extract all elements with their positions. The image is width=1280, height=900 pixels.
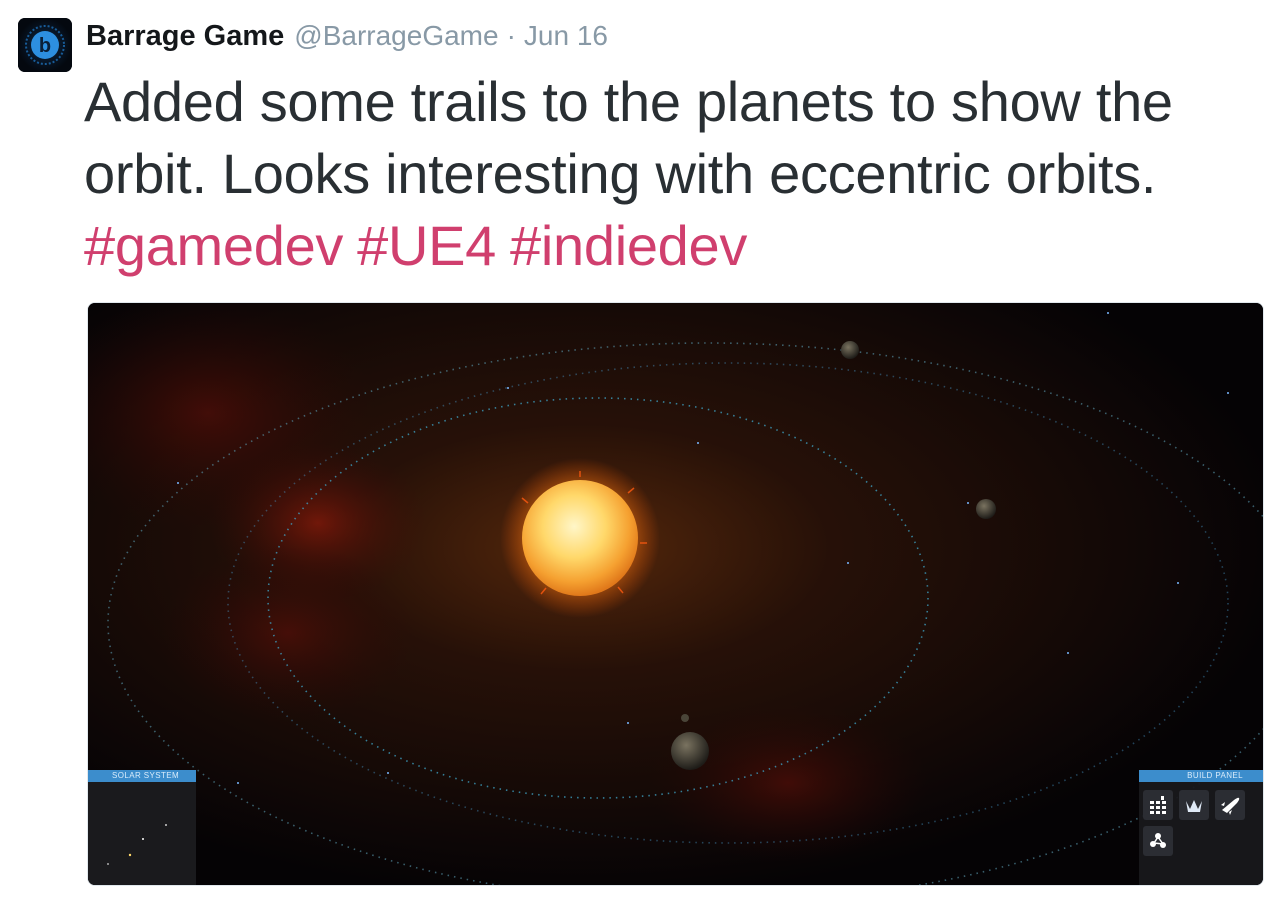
planet-right <box>976 499 996 519</box>
molecule-icon <box>1150 833 1166 848</box>
solar-system-panel-header: SOLAR SYSTEM <box>88 770 196 782</box>
tweet-date[interactable]: Jun 16 <box>524 20 608 52</box>
build-panel-header: BUILD PANEL <box>1139 770 1263 782</box>
hashtag-gamedev[interactable]: #gamedev <box>84 214 343 277</box>
tweet-text-line-2: orbit. Looks interesting with eccentric … <box>84 142 1157 205</box>
build-molecule-button[interactable] <box>1143 826 1173 856</box>
tweet-media-image[interactable]: SOLAR SYSTEM BUILD PANEL <box>87 302 1264 886</box>
sun <box>522 480 638 596</box>
build-crown-button[interactable] <box>1179 790 1209 820</box>
author-name[interactable]: Barrage Game <box>86 20 284 53</box>
svg-text:b: b <box>39 35 51 57</box>
grid-building-icon <box>1150 796 1166 814</box>
solar-system-scene <box>88 303 1263 885</box>
tweet-text-line-1: Added some trails to the planets to show… <box>84 70 1173 133</box>
avatar[interactable]: b <box>18 18 72 72</box>
tweet-header: Barrage Game @BarrageGame · Jun 16 <box>86 20 608 54</box>
author-handle[interactable]: @BarrageGame <box>294 20 498 52</box>
crown-structure-icon <box>1186 800 1202 812</box>
rocket-icon <box>1221 797 1240 815</box>
solar-system-minimap[interactable] <box>88 782 196 885</box>
header-separator: · <box>506 20 516 51</box>
moon <box>681 714 689 722</box>
tweet-text: Added some trails to the planets to show… <box>84 66 1264 282</box>
build-grid-button[interactable] <box>1143 790 1173 820</box>
build-panel <box>1139 782 1263 885</box>
planet-bottom <box>671 732 709 770</box>
barrage-b-logo-icon: b <box>18 18 72 72</box>
hashtag-list: #gamedev #UE4 #indiedev <box>84 210 1264 282</box>
minimap-stars <box>107 824 167 865</box>
planet-outer <box>841 341 859 359</box>
hashtag-indiedev[interactable]: #indiedev <box>510 214 747 277</box>
hashtag-ue4[interactable]: #UE4 <box>357 214 496 277</box>
build-rocket-button[interactable] <box>1215 790 1245 820</box>
